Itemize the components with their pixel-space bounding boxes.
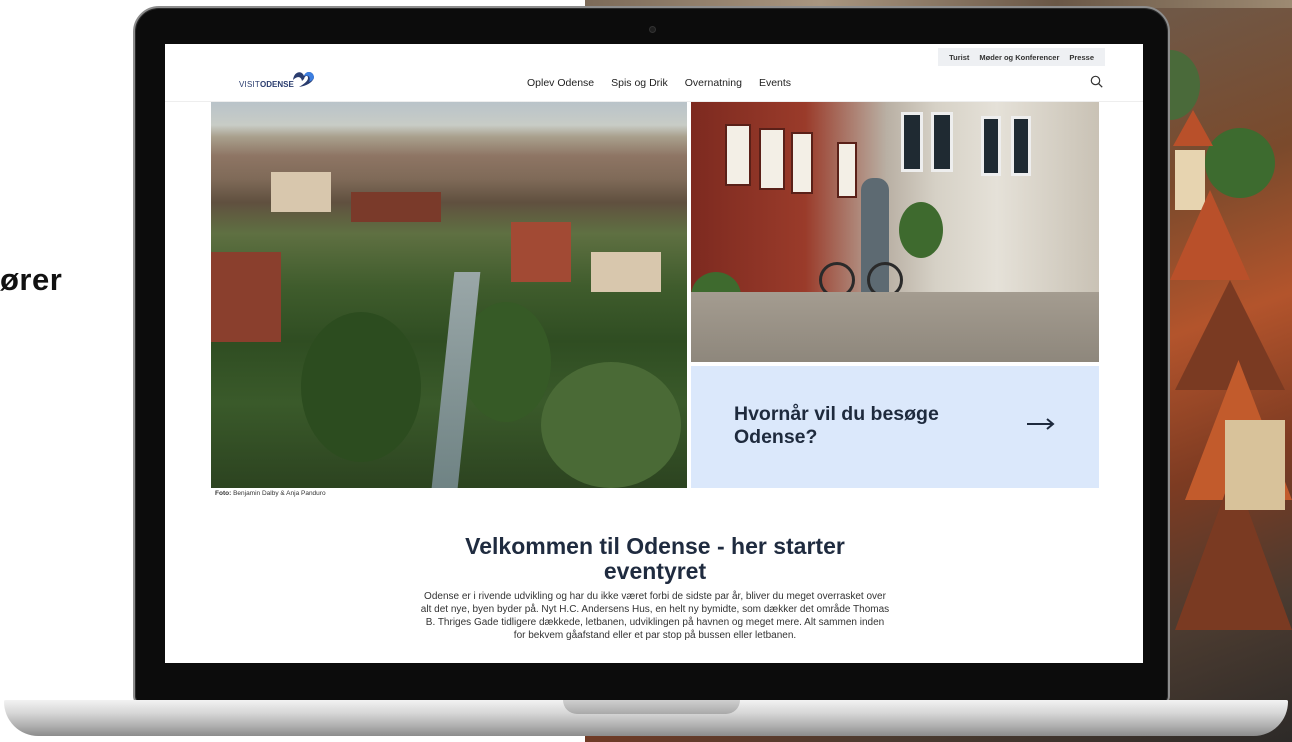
- camera-icon: [649, 26, 656, 33]
- utility-link-turist[interactable]: Turist: [944, 53, 974, 62]
- nav-item-events[interactable]: Events: [759, 77, 791, 89]
- utility-link-meetings[interactable]: Møder og Konferencer: [974, 53, 1064, 62]
- laptop-screen: Turist Møder og Konferencer Presse VISIT…: [165, 44, 1143, 663]
- main-nav: Oplev Odense Spis og Drik Overnatning Ev…: [527, 77, 791, 89]
- visit-date-cta[interactable]: Hvornår vil du besøge Odense?: [691, 366, 1099, 488]
- nav-item-overnatning[interactable]: Overnatning: [685, 77, 742, 89]
- nav-item-spis-og-drik[interactable]: Spis og Drik: [611, 77, 668, 89]
- visit-odense-logo[interactable]: VISIT ODENSE: [239, 66, 316, 90]
- laptop-notch: [563, 700, 740, 714]
- logo-text-odense: ODENSE: [260, 80, 294, 89]
- heart-logo-icon: [292, 72, 314, 87]
- promo-stage: ører Turist Møder og Konferencer Presse …: [0, 0, 1292, 742]
- arrow-right-icon: [1027, 418, 1055, 430]
- hero-street-photo: [691, 102, 1099, 362]
- side-heading-fragment: ører: [0, 262, 63, 297]
- cta-title: Hvornår vil du besøge Odense?: [734, 403, 939, 448]
- photo-credit: Foto: Benjamin Dalby & Anja Panduro: [215, 490, 326, 497]
- search-icon[interactable]: [1090, 75, 1103, 88]
- welcome-heading: Velkommen til Odense - her starter event…: [465, 533, 845, 584]
- utility-link-press[interactable]: Presse: [1064, 53, 1099, 62]
- utility-nav: Turist Møder og Konferencer Presse: [938, 48, 1105, 66]
- photo-credit-names: Benjamin Dalby & Anja Panduro: [233, 490, 326, 497]
- logo-text-visit: VISIT: [239, 80, 261, 89]
- intro-paragraph: Odense er i rivende udvikling og har du …: [420, 591, 890, 641]
- photo-credit-label: Foto:: [215, 490, 232, 497]
- hero-aerial-photo: [211, 102, 687, 488]
- nav-item-oplev-odense[interactable]: Oplev Odense: [527, 77, 594, 89]
